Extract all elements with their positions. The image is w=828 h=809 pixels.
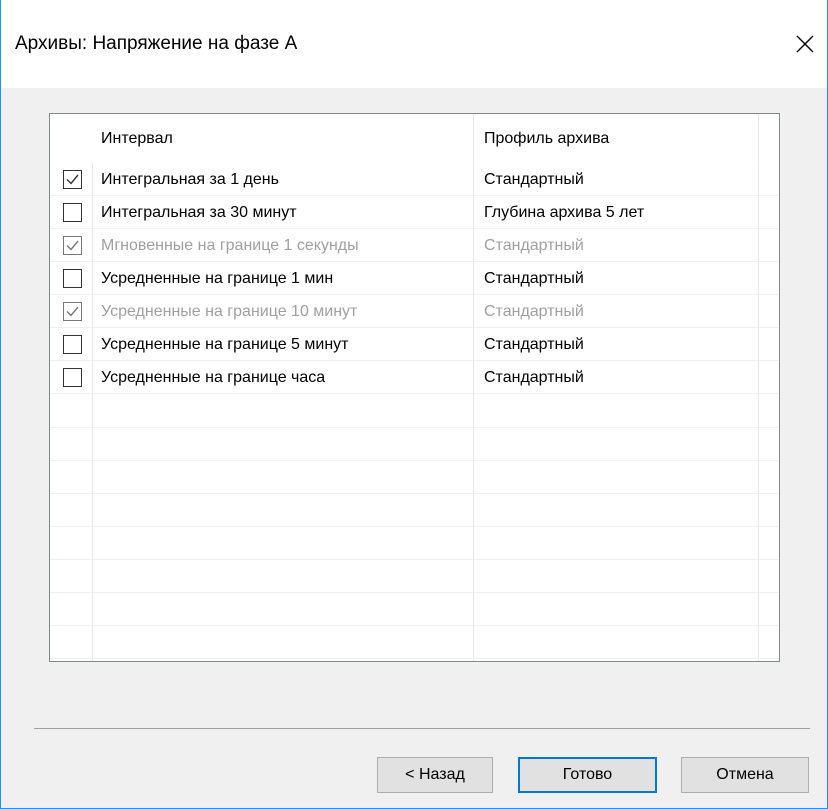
row-checkbox[interactable] xyxy=(63,302,82,321)
finish-button[interactable]: Готово xyxy=(518,757,657,793)
back-button[interactable]: < Назад xyxy=(377,757,493,793)
row-checkbox[interactable] xyxy=(63,368,82,387)
list-row[interactable]: Усредненные на границе 1 мин Стандартный xyxy=(50,262,779,295)
row-profile: Стандартный xyxy=(484,237,584,254)
header-separator[interactable] xyxy=(758,114,759,163)
row-interval: Усредненные на границе часа xyxy=(101,369,326,386)
list-row[interactable]: Усредненные на границе 5 минут Стандартны… xyxy=(50,328,779,361)
row-checkbox[interactable] xyxy=(63,269,82,288)
row-profile: Стандартный xyxy=(484,369,584,386)
footer-divider xyxy=(34,728,810,729)
title-bar: Архивы: Напряжение на фазе А xyxy=(1,0,827,88)
header-separator[interactable] xyxy=(473,114,474,163)
archive-list[interactable]: Интервал Профиль архива Интегральная за … xyxy=(49,113,780,662)
row-checkbox[interactable] xyxy=(63,335,82,354)
row-interval: Мгновенные на границе 1 секунды xyxy=(101,237,359,254)
list-row[interactable]: Интегральная за 30 минут Глубина архива 5… xyxy=(50,196,779,229)
row-checkbox[interactable] xyxy=(63,170,82,189)
row-profile: Стандартный xyxy=(484,336,584,353)
empty-row-line xyxy=(50,559,779,560)
dialog-window: Архивы: Напряжение на фазе А Интервал Пр… xyxy=(0,0,828,809)
row-interval: Интегральная за 1 день xyxy=(101,171,279,188)
row-interval: Усредненные на границе 1 мин xyxy=(101,270,334,287)
row-profile: Стандартный xyxy=(484,270,584,287)
empty-row-line xyxy=(50,493,779,494)
checkmark-icon xyxy=(66,240,79,251)
row-profile: Глубина архива 5 лет xyxy=(484,204,645,221)
empty-row-line xyxy=(50,526,779,527)
close-button[interactable] xyxy=(783,22,827,66)
window-title: Архивы: Напряжение на фазе А xyxy=(15,33,298,54)
row-interval: Усредненные на границе 5 минут xyxy=(101,336,349,353)
empty-row-line xyxy=(50,592,779,593)
empty-row-line xyxy=(50,460,779,461)
checkmark-icon xyxy=(66,306,79,317)
column-header-profile[interactable]: Профиль архива xyxy=(484,114,609,163)
checkmark-icon xyxy=(66,174,79,185)
empty-row-line xyxy=(50,625,779,626)
list-row[interactable]: Мгновенные на границе 1 секунды Стандартн… xyxy=(50,229,779,262)
list-row[interactable]: Интегральная за 1 день Стандартный xyxy=(50,163,779,196)
column-header-interval[interactable]: Интервал xyxy=(101,114,173,163)
row-profile: Стандартный xyxy=(484,171,584,188)
empty-row-line xyxy=(50,427,779,428)
row-interval: Интегральная за 30 минут xyxy=(101,204,297,221)
row-checkbox[interactable] xyxy=(63,236,82,255)
empty-row-line xyxy=(50,658,779,659)
list-row[interactable]: Усредненные на границе часа Стандартный xyxy=(50,361,779,394)
row-interval: Усредненные на границе 10 минут xyxy=(101,303,358,320)
row-profile: Стандартный xyxy=(484,303,584,320)
cancel-button[interactable]: Отмена xyxy=(681,757,809,793)
close-icon xyxy=(796,35,814,53)
list-row[interactable]: Усредненные на границе 10 минут Стандартн… xyxy=(50,295,779,328)
list-header: Интервал Профиль архива xyxy=(50,114,779,163)
row-checkbox[interactable] xyxy=(63,203,82,222)
